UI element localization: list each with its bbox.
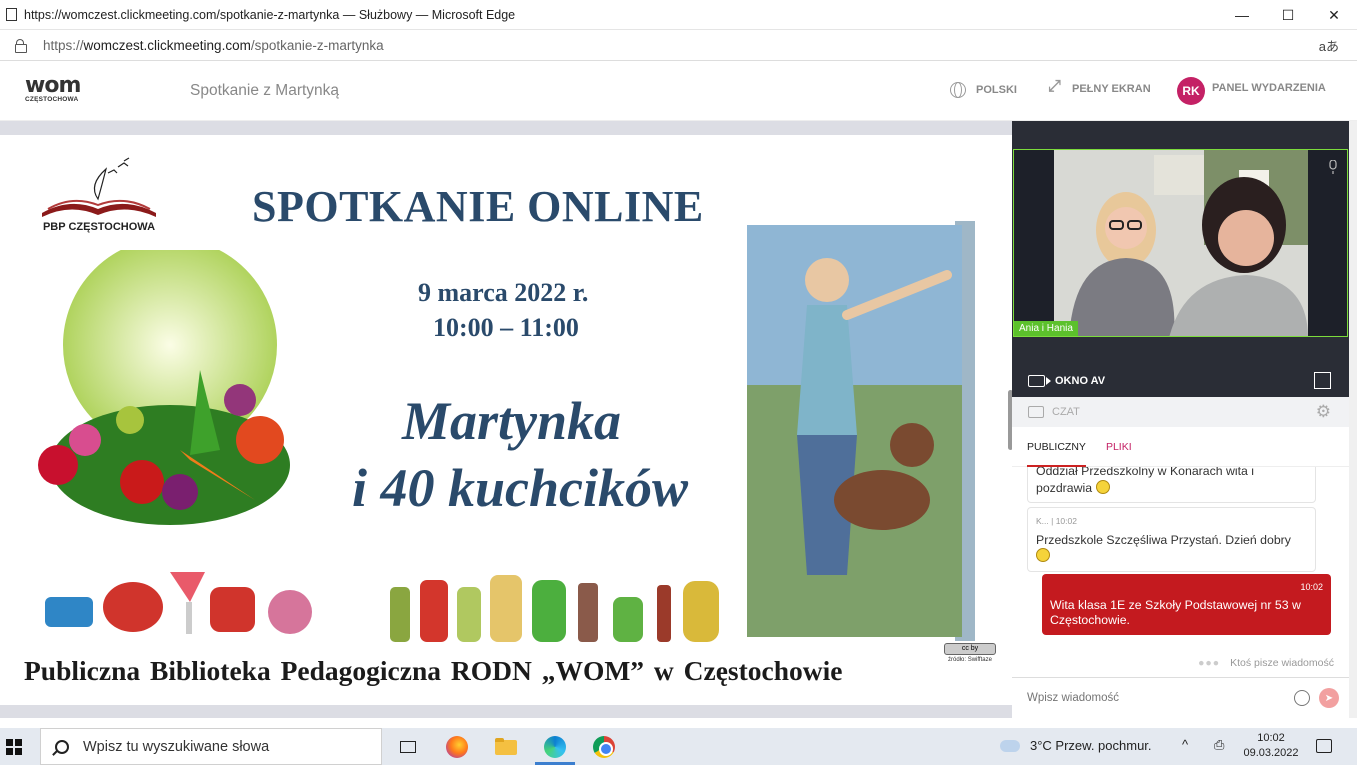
search-placeholder: Wpisz tu wyszukiwane słowa <box>83 738 270 755</box>
book-logo-icon <box>42 157 156 217</box>
fullscreen-button[interactable]: PEŁNY EKRAN <box>1048 78 1151 96</box>
page-scrollbar[interactable] <box>1349 121 1357 718</box>
chrome-icon[interactable] <box>593 736 615 758</box>
tab-files[interactable]: PLIKI <box>1106 427 1132 467</box>
chat-messages[interactable]: Oddział Przedszkolny w Konarach wita i p… <box>1012 467 1349 657</box>
typing-indicator: ●●● Ktoś pisze wiadomość <box>1198 657 1334 669</box>
slide-headline: SPOTKANIE ONLINE <box>252 182 704 231</box>
typing-dots-icon: ●●● <box>1198 657 1221 669</box>
notifications-icon[interactable] <box>1316 739 1332 753</box>
image-source-note: źródło: Swifftaze <box>948 657 992 663</box>
address-bar[interactable]: https://womczest.clickmeeting.com/spotka… <box>0 30 1357 61</box>
camera-icon[interactable] <box>1028 375 1051 387</box>
gear-icon[interactable]: ⚙ <box>1316 403 1331 420</box>
smile-emoji-icon <box>1096 479 1111 494</box>
fullscreen-icon <box>1048 78 1062 96</box>
message-time: 10:02 <box>1300 582 1323 592</box>
chat-tabs: PUBLICZNY PLIKI <box>1012 427 1349 467</box>
chat-header: CZAT ⚙ <box>1012 397 1349 427</box>
event-title: Spotkanie z Martynką <box>190 82 340 99</box>
message-input[interactable] <box>1027 691 1277 704</box>
book-title-line2: i 40 kuchcików <box>352 458 689 518</box>
window-controls: — ☐ ✕ <box>1219 0 1357 30</box>
network-icon[interactable]: ⎙ <box>1214 737 1224 753</box>
globe-icon <box>950 82 966 98</box>
weather-widget[interactable]: 3°C Przew. pochmur. <box>1000 738 1152 753</box>
tab-public[interactable]: PUBLICZNY <box>1027 427 1086 467</box>
close-button[interactable]: ✕ <box>1311 0 1357 30</box>
wom-logo[interactable]: wom CZĘSTOCHOWA <box>25 75 91 106</box>
vegetables-illustration <box>38 250 290 525</box>
lock-icon[interactable] <box>15 39 27 53</box>
own-chat-message: 10:02 Wita klasa 1E ze Szkoły Podstawowe… <box>1042 574 1331 635</box>
send-icon[interactable]: ➤ <box>1319 688 1339 708</box>
maximize-button[interactable]: ☐ <box>1265 0 1311 30</box>
language-button[interactable]: POLSKI <box>950 82 1017 98</box>
read-aloud-icon[interactable]: aあ <box>1319 36 1339 55</box>
participant-video[interactable]: Ania i Hania <box>1013 149 1348 337</box>
message-meta: K... | 10:02 <box>1036 516 1077 526</box>
av-window: Ania i Hania OKNO AV <box>1012 121 1349 397</box>
slide-date: 9 marca 2022 r. <box>418 278 589 307</box>
license-badge: cc by źródło: Swifftaze <box>944 643 996 669</box>
page-bottom <box>0 718 1357 728</box>
taskbar-search[interactable]: Wpisz tu wyszukiwane słowa <box>40 728 382 765</box>
chat-message: Oddział Przedszkolny w Konarach wita i p… <box>1027 467 1316 503</box>
window-titlebar: https://womczest.clickmeeting.com/spotka… <box>0 0 1357 30</box>
windows-start-icon[interactable] <box>6 739 22 755</box>
file-explorer-icon[interactable] <box>495 736 517 758</box>
page-icon <box>6 8 17 21</box>
window-title: https://womczest.clickmeeting.com/spotka… <box>24 7 516 22</box>
presentation-slide: PBP CZĘSTOCHOWA SPOTKANIE ONLINE 9 marca… <box>0 135 1012 705</box>
pbp-label: PBP CZĘSTOCHOWA <box>42 221 156 233</box>
av-window-bar: OKNO AV <box>1012 366 1349 396</box>
book-title-line1: Martynka <box>402 391 622 451</box>
mic-icon[interactable] <box>1329 160 1337 174</box>
chat-icon <box>1028 406 1044 418</box>
book-cover-illustration <box>747 221 975 641</box>
avatar[interactable]: RK <box>1177 77 1205 105</box>
chevron-up-icon[interactable]: ^ <box>1182 737 1188 752</box>
cc-icon: cc by <box>944 643 996 655</box>
cloud-icon <box>1000 739 1020 752</box>
chat-title: CZAT <box>1052 406 1080 418</box>
system-clock[interactable]: 10:02 09.03.2022 <box>1242 731 1300 761</box>
popout-icon[interactable] <box>1314 372 1331 389</box>
av-window-label[interactable]: OKNO AV <box>1055 375 1105 387</box>
task-view-icon[interactable] <box>397 736 419 758</box>
emoji-icon[interactable] <box>1294 690 1310 706</box>
preserves-jars-illustration <box>390 575 719 642</box>
edge-icon[interactable] <box>544 736 566 758</box>
event-panel-button[interactable]: PANEL WYDARZENIA <box>1212 82 1326 94</box>
right-sidebar: Ania i Hania OKNO AV CZAT ⚙ PUBLICZNY PL… <box>1012 121 1349 718</box>
app-header: wom CZĘSTOCHOWA Spotkanie z Martynką POL… <box>0 61 1357 121</box>
slide-footer: Publiczna Biblioteka Pedagogiczna RODN „… <box>24 655 843 686</box>
video-frame <box>1014 150 1347 336</box>
url-text[interactable]: https://womczest.clickmeeting.com/spotka… <box>43 38 384 53</box>
taskbar: Wpisz tu wyszukiwane słowa 3°C Przew. po… <box>0 728 1357 765</box>
smile-emoji-icon <box>1036 548 1050 562</box>
minimize-button[interactable]: — <box>1219 0 1265 30</box>
firefox-icon[interactable] <box>446 736 468 758</box>
participant-name: Ania i Hania <box>1014 321 1078 336</box>
chat-message: K... | 10:02 Przedszkole Szczęśliwa Przy… <box>1027 507 1316 572</box>
chat-compose: ➤ <box>1012 677 1349 717</box>
pbp-logo: PBP CZĘSTOCHOWA <box>38 155 160 235</box>
search-icon <box>55 739 69 754</box>
kitchenware-illustration <box>45 572 312 634</box>
slide-time: 10:00 – 11:00 <box>433 313 579 342</box>
